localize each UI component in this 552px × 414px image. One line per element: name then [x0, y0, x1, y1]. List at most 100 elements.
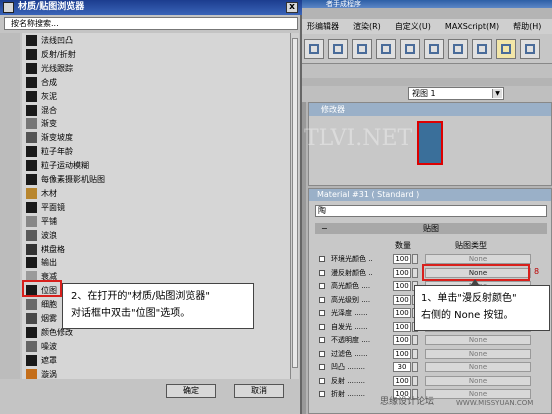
amount-spinner[interactable] — [412, 375, 418, 386]
map-entry[interactable]: 粒子年龄 — [26, 145, 284, 158]
map-row-label: 漫反射颜色 .. — [331, 268, 373, 277]
menu-rendering[interactable]: 渲染(R) — [346, 21, 388, 32]
map-entry[interactable]: 漩涡 — [26, 368, 284, 379]
map-amount-input[interactable]: 100 — [393, 308, 411, 318]
map-slot-button[interactable]: None — [425, 254, 531, 264]
map-amount-input[interactable]: 100 — [393, 267, 411, 278]
main-toolbar — [300, 34, 552, 64]
map-amount-input[interactable]: 100 — [393, 294, 411, 305]
map-entry[interactable]: 渐变 — [26, 117, 284, 130]
map-row-label: 不透明度 .... — [331, 336, 371, 344]
view-select[interactable]: 视图 1 ▼ — [408, 87, 504, 100]
map-enable-checkbox[interactable] — [319, 364, 325, 370]
search-input[interactable]: 按名称搜索... — [4, 17, 298, 30]
map-enable-checkbox[interactable] — [319, 296, 325, 303]
rotate-tool-button[interactable] — [352, 39, 372, 59]
menu-help[interactable]: 帮助(H) — [506, 21, 548, 32]
map-amount-input[interactable]: 100 — [393, 335, 411, 345]
select-icon — [309, 44, 319, 54]
map-entry[interactable]: 平铺 — [26, 215, 284, 228]
amount-spinner[interactable] — [412, 267, 418, 278]
map-entry[interactable]: 平面镜 — [26, 201, 284, 214]
map-entry[interactable]: 衰减 — [26, 270, 284, 283]
material-map-browser-dialog: 材质/贴图浏览器 x 按名称搜索... 法线凹凸 反射/折射 光线跟踪 合成 灰泥 混合渐… — [0, 0, 302, 414]
map-entry[interactable]: 灰泥 — [26, 90, 284, 103]
map-slot-button[interactable]: None — [425, 389, 531, 399]
map-enable-checkbox[interactable] — [319, 323, 325, 330]
map-row: 凹凸 ........ 30 None — [319, 361, 547, 373]
menu-maxscript[interactable]: MAXScript(M) — [438, 22, 506, 31]
step1-line2: 右侧的 None 按钮。 — [421, 310, 514, 321]
menu-customize[interactable]: 自定义(U) — [388, 21, 438, 32]
map-entry[interactable]: 渐变坡度 — [26, 131, 284, 144]
map-slot-button[interactable]: None — [425, 335, 531, 345]
mirror-tool-button[interactable] — [400, 39, 420, 59]
map-slot-button[interactable]: None — [425, 348, 531, 359]
map-enable-checkbox[interactable] — [319, 310, 325, 316]
menu-graph-editors[interactable]: 形编辑器 — [300, 21, 346, 32]
map-amount-input[interactable]: 100 — [393, 281, 411, 291]
material-editor-icon — [501, 44, 511, 54]
view-select-value: 视图 1 — [412, 89, 436, 98]
material-name-field[interactable]: 陶 — [315, 205, 547, 217]
map-entry[interactable]: 棋盘格 — [26, 243, 284, 256]
map-entry[interactable]: 合成 — [26, 76, 284, 89]
modifier-stack-header: 修改器 — [309, 103, 551, 116]
map-enable-checkbox[interactable] — [319, 269, 325, 276]
close-button[interactable]: x — [286, 2, 298, 13]
map-entry[interactable]: 波浪 — [26, 229, 284, 242]
material-editor-button[interactable] — [496, 39, 516, 59]
map-enable-checkbox[interactable] — [319, 283, 325, 289]
align-tool-button[interactable] — [424, 39, 444, 59]
map-entry[interactable]: 每像素摄影机贴图 — [26, 173, 284, 186]
select-tool-button[interactable] — [304, 39, 324, 59]
map-slot-button[interactable]: None — [425, 362, 531, 372]
lock-icon[interactable]: 8 — [534, 267, 539, 276]
map-enable-checkbox[interactable] — [319, 391, 325, 397]
map-row-label: 反射 ........ — [331, 376, 366, 385]
amount-spinner[interactable] — [412, 362, 418, 372]
map-entry[interactable]: 遮罩 — [26, 354, 284, 367]
cancel-button[interactable]: 取消 — [234, 384, 284, 398]
browser-title-bar[interactable]: 材质/贴图浏览器 x — [0, 0, 302, 15]
browser-scrollbar[interactable] — [290, 33, 299, 379]
map-entry[interactable]: 混合 — [26, 104, 284, 117]
scrollbar-thumb[interactable] — [292, 38, 298, 368]
map-entry-label: 每像素摄影机贴图 — [41, 175, 105, 184]
map-swatch-icon — [26, 229, 37, 241]
map-entry[interactable]: 反射/折射 — [26, 48, 284, 61]
move-tool-button[interactable] — [328, 39, 348, 59]
curve-editor-icon — [453, 44, 463, 54]
map-slot-button[interactable]: None — [425, 375, 531, 386]
chevron-down-icon: ▼ — [492, 89, 502, 98]
map-amount-input[interactable]: 100 — [393, 321, 411, 332]
map-entry[interactable]: 噪波 — [26, 340, 284, 353]
map-enable-checkbox[interactable] — [319, 337, 325, 343]
map-entry[interactable]: 输出 — [26, 256, 284, 269]
amount-spinner[interactable] — [412, 254, 418, 264]
scale-tool-button[interactable] — [376, 39, 396, 59]
map-amount-input[interactable]: 100 — [393, 375, 411, 386]
amount-spinner[interactable] — [412, 348, 418, 359]
map-enable-checkbox[interactable] — [319, 350, 325, 357]
map-entry-label: 遮罩 — [41, 355, 57, 365]
schematic-view-button[interactable] — [472, 39, 492, 59]
maps-rollout-header[interactable]: − 贴图 — [315, 223, 547, 234]
map-amount-input[interactable]: 100 — [393, 348, 411, 359]
curve-editor-button[interactable] — [448, 39, 468, 59]
secondary-toolbar — [300, 64, 552, 78]
map-amount-input[interactable]: 30 — [393, 362, 411, 372]
map-amount-input[interactable]: 100 — [393, 254, 411, 264]
map-enable-checkbox[interactable] — [319, 377, 325, 384]
amount-spinner[interactable] — [412, 335, 418, 345]
map-entry-label: 细胞 — [41, 300, 57, 310]
ok-button[interactable]: 确定 — [166, 384, 216, 398]
render-setup-button[interactable] — [520, 39, 540, 59]
map-entry-label: 粒子年龄 — [41, 147, 73, 157]
map-entry[interactable]: 光线跟踪 — [26, 62, 284, 75]
map-entry[interactable]: 法线凹凸 — [26, 34, 284, 47]
map-entry[interactable]: 木材 — [26, 187, 284, 200]
map-entry[interactable]: 粒子运动模糊 — [26, 159, 284, 172]
map-enable-checkbox[interactable] — [319, 256, 325, 262]
map-row: 过滤色 ...... 100 None — [319, 348, 547, 360]
